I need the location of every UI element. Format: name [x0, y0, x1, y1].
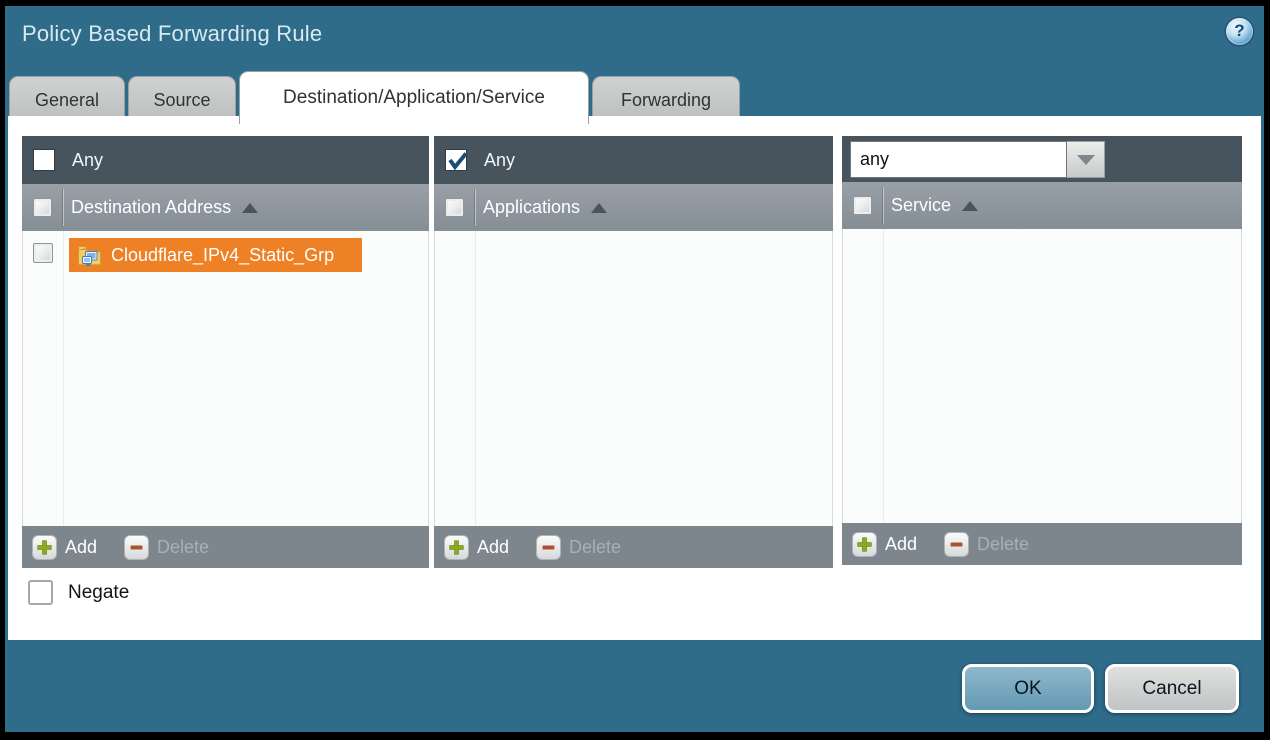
minus-icon	[944, 532, 969, 557]
help-icon[interactable]	[1226, 18, 1253, 45]
cancel-button[interactable]: Cancel	[1105, 664, 1239, 713]
ok-button[interactable]: OK	[962, 664, 1094, 713]
destination-select-all-checkbox[interactable]	[33, 198, 52, 217]
delete-label: Delete	[157, 537, 209, 558]
service-list	[842, 229, 1242, 523]
service-dropdown-value[interactable]: any	[850, 141, 1067, 178]
add-label: Add	[885, 534, 917, 555]
delete-label: Delete	[569, 537, 621, 558]
sort-ascending-icon	[962, 201, 978, 211]
negate-row: Negate	[28, 580, 129, 605]
check-icon	[446, 149, 470, 173]
destination-address-header[interactable]: Destination Address	[22, 184, 429, 231]
applications-any-label: Any	[484, 150, 515, 171]
address-group-icon	[77, 244, 102, 267]
minus-icon	[536, 535, 561, 560]
destination-address-list: Cloudflare_IPv4_Static_Grp	[22, 231, 429, 526]
service-select-all-checkbox[interactable]	[853, 196, 872, 215]
service-add-button[interactable]: Add	[852, 532, 917, 557]
plus-icon	[32, 535, 57, 560]
applications-column: Any Applications Add	[434, 136, 833, 568]
destination-any-bar: Any	[22, 136, 429, 184]
add-label: Add	[65, 537, 97, 558]
negate-label: Negate	[68, 582, 129, 604]
service-footer: Add Delete	[842, 523, 1242, 565]
service-dropdown-bar: any	[842, 136, 1242, 182]
triangle-down-icon	[1077, 155, 1095, 165]
negate-checkbox[interactable]	[28, 580, 53, 605]
destination-add-button[interactable]: Add	[32, 535, 97, 560]
service-delete-button[interactable]: Delete	[944, 532, 1029, 557]
applications-header-label: Applications	[483, 197, 580, 218]
destination-address-column: Any Destination Address	[22, 136, 429, 568]
screenshot: Policy Based Forwarding Rule General Sou…	[0, 0, 1270, 740]
sort-ascending-icon	[242, 203, 258, 213]
destination-any-checkbox[interactable]	[33, 149, 55, 171]
destination-delete-button[interactable]: Delete	[124, 535, 209, 560]
dialog-title: Policy Based Forwarding Rule	[22, 21, 322, 47]
selected-address-item[interactable]: Cloudflare_IPv4_Static_Grp	[69, 238, 362, 272]
sort-ascending-icon	[591, 203, 607, 213]
destination-address-header-label: Destination Address	[71, 197, 231, 218]
delete-label: Delete	[977, 534, 1029, 555]
plus-icon	[444, 535, 469, 560]
row-checkbox[interactable]	[33, 243, 53, 263]
applications-select-all-checkbox[interactable]	[445, 198, 464, 217]
applications-delete-button[interactable]: Delete	[536, 535, 621, 560]
policy-forwarding-dialog: Policy Based Forwarding Rule General Sou…	[5, 6, 1264, 732]
add-label: Add	[477, 537, 509, 558]
plus-icon	[852, 532, 877, 557]
tab-destination-application-service[interactable]: Destination/Application/Service	[239, 71, 589, 124]
service-dropdown: any	[850, 141, 1105, 178]
service-column: any Service	[842, 136, 1242, 565]
applications-any-bar: Any	[434, 136, 833, 184]
applications-any-checkbox[interactable]	[445, 149, 467, 171]
applications-footer: Add Delete	[434, 526, 833, 568]
service-dropdown-button[interactable]	[1067, 141, 1105, 178]
destination-any-label: Any	[72, 150, 103, 171]
applications-header[interactable]: Applications	[434, 184, 833, 231]
applications-list	[434, 231, 833, 526]
service-header-label: Service	[891, 195, 951, 216]
minus-icon	[124, 535, 149, 560]
tab-content-panel: Any Destination Address	[8, 116, 1261, 640]
service-header[interactable]: Service	[842, 182, 1242, 229]
selected-address-label: Cloudflare_IPv4_Static_Grp	[111, 245, 334, 266]
destination-footer: Add Delete	[22, 526, 429, 568]
table-row: Cloudflare_IPv4_Static_Grp	[23, 235, 428, 275]
applications-add-button[interactable]: Add	[444, 535, 509, 560]
